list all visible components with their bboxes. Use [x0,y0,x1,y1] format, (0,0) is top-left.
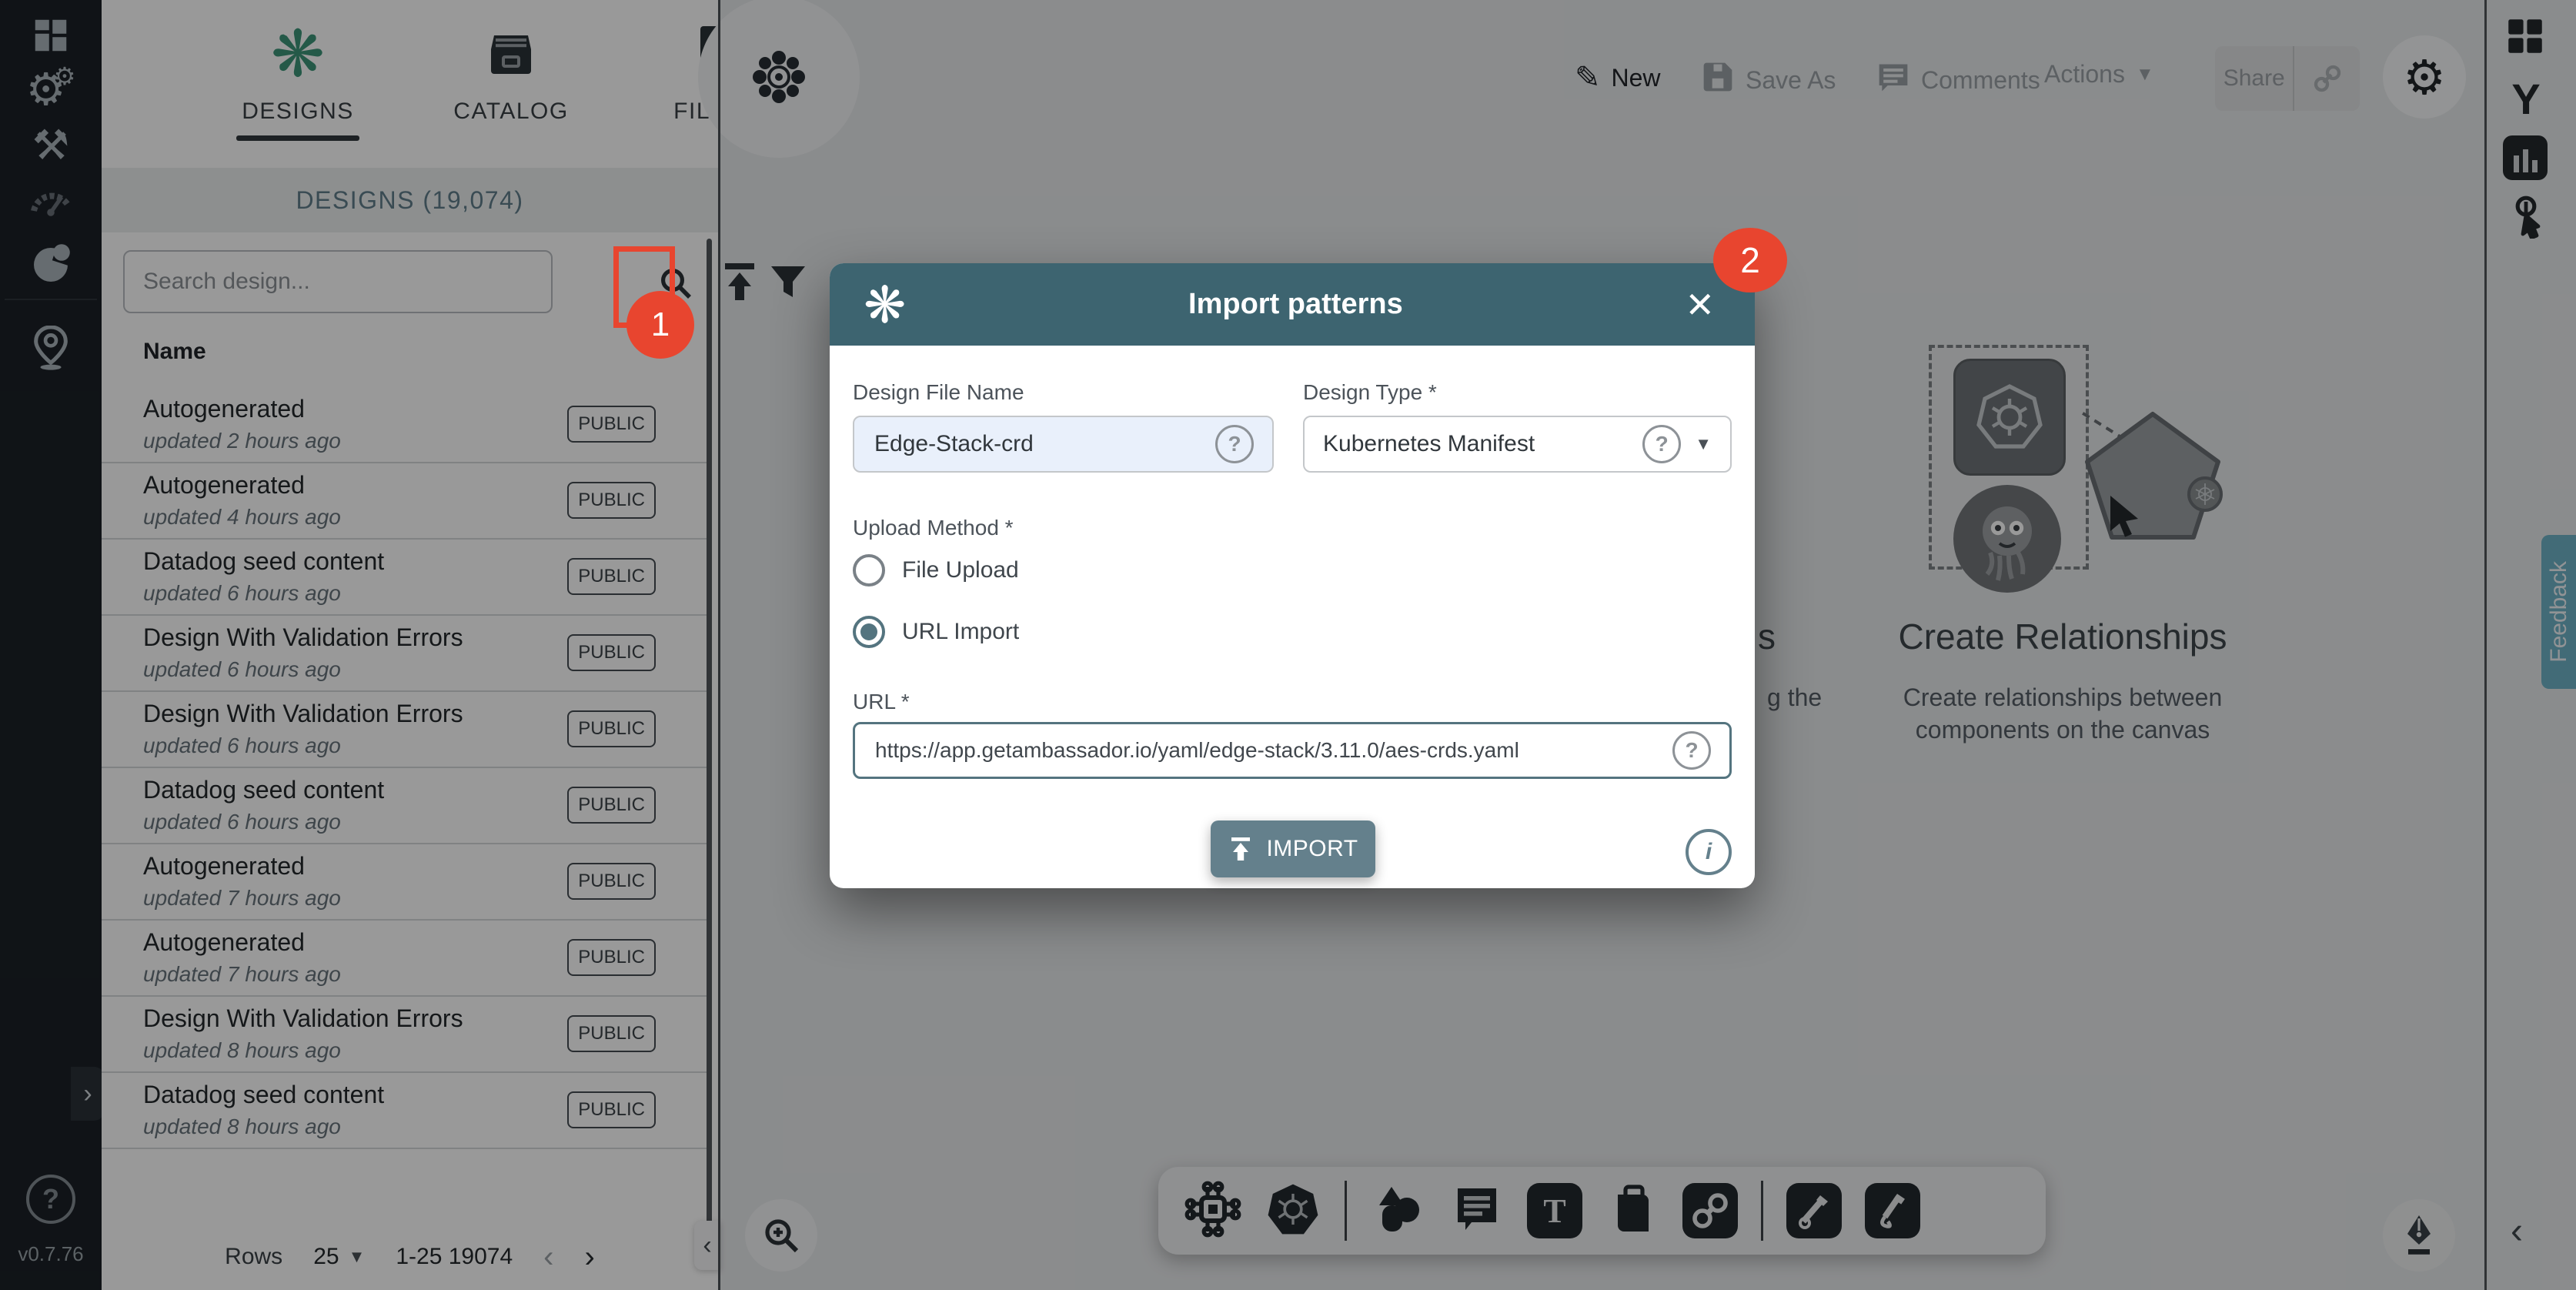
help-icon[interactable]: ? [1215,425,1254,463]
meshery-logo-icon: ❋ [864,279,906,330]
design-type-label: Design Type * [1303,380,1437,405]
modal-header: ❋ Import patterns ✕ [830,263,1755,346]
url-input[interactable] [874,737,1672,764]
annotation-step-1: 1 [626,291,694,359]
help-icon[interactable]: ? [1642,425,1681,463]
design-file-name-label: Design File Name [853,380,1024,405]
design-file-name-field: ? [853,416,1274,473]
url-import-radio-option[interactable]: URL Import [853,616,1019,648]
design-type-select[interactable]: Kubernetes Manifest ? ▼ [1303,416,1732,473]
import-patterns-modal: ❋ Import patterns ✕ Design File Name ? D… [830,263,1755,888]
radio-checked-icon[interactable] [853,616,885,648]
upload-icon [1228,835,1254,863]
url-label: URL * [853,690,910,714]
close-icon[interactable]: ✕ [1685,284,1715,326]
design-file-name-input[interactable] [873,430,1215,458]
import-button[interactable]: IMPORT [1211,820,1375,877]
annotation-step-2: 2 [1713,228,1787,292]
chevron-down-icon: ▼ [1695,434,1712,454]
url-field: ? [853,722,1732,779]
modal-title: Import patterns [906,288,1685,321]
upload-method-label: Upload Method * [853,516,1014,540]
file-upload-radio-option[interactable]: File Upload [853,554,1019,587]
meshery-app: ⚙⚙ ⚒ › ? v0.7.76 ❋ DESIGNS CATALOG [0,0,2576,1290]
help-icon[interactable]: ? [1672,731,1711,770]
radio-unchecked-icon[interactable] [853,554,885,587]
info-icon[interactable]: i [1686,829,1732,875]
